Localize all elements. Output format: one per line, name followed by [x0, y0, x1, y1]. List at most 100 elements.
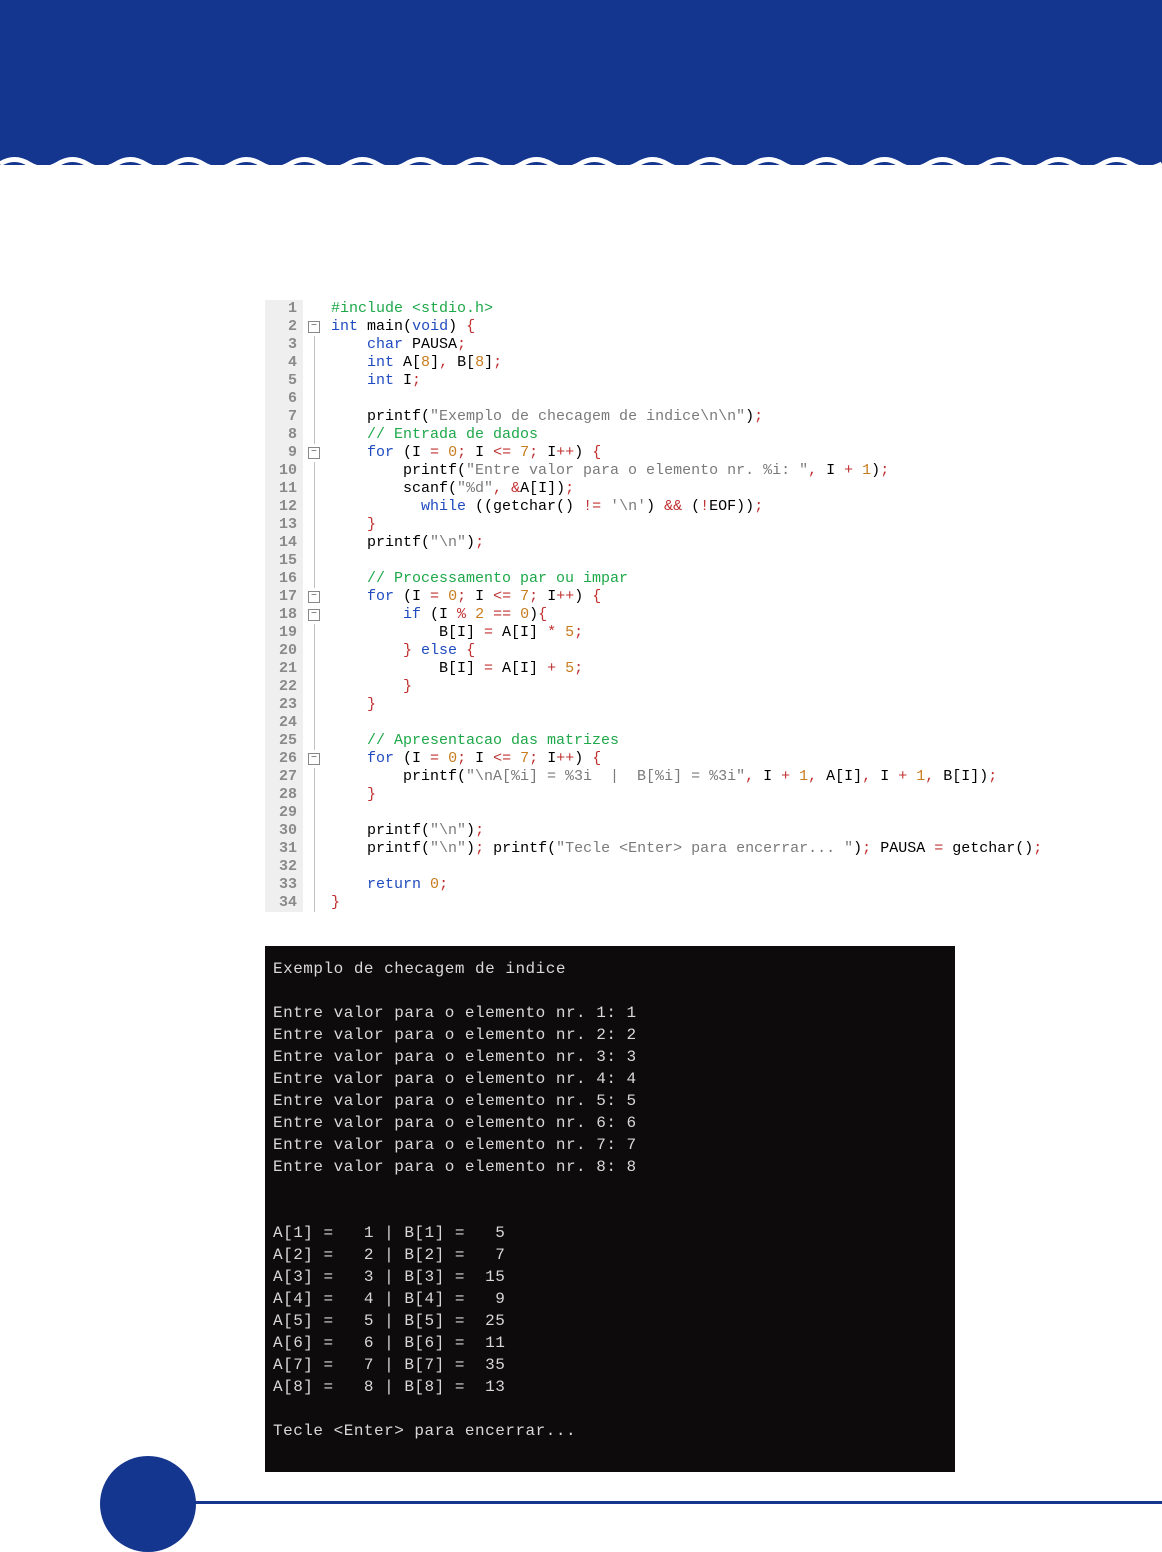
fold-pipe: [314, 534, 315, 552]
fold-gutter: [303, 714, 325, 732]
fold-gutter: [303, 660, 325, 678]
fold-pipe: [314, 876, 315, 894]
page-content: 1#include <stdio.h>2−int main(void) {3 c…: [265, 300, 955, 1472]
fold-gutter: −: [303, 588, 325, 606]
footer-circle: [100, 1456, 196, 1552]
code-line: 11 scanf("%d", &A[I]);: [265, 480, 955, 498]
code-text: [325, 390, 331, 408]
fold-gutter: [303, 678, 325, 696]
fold-pipe: [314, 570, 315, 588]
code-line: 19 B[I] = A[I] * 5;: [265, 624, 955, 642]
fold-gutter: [303, 480, 325, 498]
line-number: 5: [265, 372, 303, 390]
fold-gutter: [303, 570, 325, 588]
footer-line: [110, 1501, 1162, 1504]
code-line: 16 // Processamento par ou impar: [265, 570, 955, 588]
code-text: printf("Exemplo de checagem de indice\n\…: [325, 408, 763, 426]
fold-pipe: [314, 372, 315, 390]
fold-gutter: [303, 894, 325, 912]
line-number: 10: [265, 462, 303, 480]
line-number: 13: [265, 516, 303, 534]
code-text: printf("Entre valor para o elemento nr. …: [325, 462, 889, 480]
code-line: 6: [265, 390, 955, 408]
wave-divider: [0, 155, 1162, 173]
code-text: // Apresentacao das matrizes: [325, 732, 619, 750]
code-text: [325, 858, 331, 876]
fold-gutter: −: [303, 318, 325, 336]
fold-gutter: −: [303, 606, 325, 624]
terminal-output: Exemplo de checagem de indice Entre valo…: [265, 946, 955, 1472]
code-text: }: [325, 696, 376, 714]
code-text: if (I % 2 == 0){: [325, 606, 547, 624]
fold-gutter: −: [303, 750, 325, 768]
fold-gutter: [303, 516, 325, 534]
code-line: 21 B[I] = A[I] + 5;: [265, 660, 955, 678]
fold-pipe: [314, 804, 315, 822]
line-number: 20: [265, 642, 303, 660]
code-line: 15: [265, 552, 955, 570]
fold-gutter: [303, 408, 325, 426]
fold-pipe: [314, 642, 315, 660]
fold-pipe: [314, 660, 315, 678]
code-line: 27 printf("\nA[%i] = %3i | B[%i] = %3i",…: [265, 768, 955, 786]
fold-gutter: [303, 390, 325, 408]
code-text: scanf("%d", &A[I]);: [325, 480, 574, 498]
fold-gutter: [303, 732, 325, 750]
fold-pipe: [314, 840, 315, 858]
fold-pipe: [314, 480, 315, 498]
line-number: 24: [265, 714, 303, 732]
line-number: 32: [265, 858, 303, 876]
code-line: 25 // Apresentacao das matrizes: [265, 732, 955, 750]
line-number: 12: [265, 498, 303, 516]
fold-pipe: [314, 732, 315, 750]
code-text: return 0;: [325, 876, 448, 894]
line-number: 22: [265, 678, 303, 696]
fold-pipe: [314, 624, 315, 642]
code-text: for (I = 0; I <= 7; I++) {: [325, 588, 601, 606]
code-text: // Processamento par ou impar: [325, 570, 628, 588]
line-number: 26: [265, 750, 303, 768]
fold-gutter: −: [303, 444, 325, 462]
fold-gutter: [303, 534, 325, 552]
fold-gutter: [303, 372, 325, 390]
fold-box-icon[interactable]: −: [308, 591, 320, 603]
line-number: 9: [265, 444, 303, 462]
code-editor: 1#include <stdio.h>2−int main(void) {3 c…: [265, 300, 955, 918]
fold-pipe: [314, 696, 315, 714]
code-text: char PAUSA;: [325, 336, 466, 354]
fold-box-icon[interactable]: −: [308, 321, 320, 333]
line-number: 31: [265, 840, 303, 858]
code-line: 2−int main(void) {: [265, 318, 955, 336]
code-text: int main(void) {: [325, 318, 475, 336]
fold-pipe: [314, 498, 315, 516]
fold-gutter: [303, 462, 325, 480]
fold-gutter: [303, 822, 325, 840]
fold-gutter: [303, 768, 325, 786]
fold-gutter: [303, 804, 325, 822]
fold-pipe: [314, 516, 315, 534]
fold-box-icon[interactable]: −: [308, 609, 320, 621]
line-number: 34: [265, 894, 303, 912]
page-header: [0, 0, 1162, 165]
fold-pipe: [314, 786, 315, 804]
code-text: while ((getchar() != '\n') && (!EOF));: [325, 498, 763, 516]
line-number: 3: [265, 336, 303, 354]
fold-pipe: [314, 894, 315, 912]
fold-pipe: [314, 858, 315, 876]
fold-pipe: [314, 390, 315, 408]
fold-gutter: [303, 696, 325, 714]
code-text: printf("\n");: [325, 822, 484, 840]
fold-pipe: [314, 678, 315, 696]
line-number: 28: [265, 786, 303, 804]
code-line: 13 }: [265, 516, 955, 534]
code-text: [325, 714, 331, 732]
fold-box-icon[interactable]: −: [308, 447, 320, 459]
line-number: 4: [265, 354, 303, 372]
line-number: 17: [265, 588, 303, 606]
fold-gutter: [303, 858, 325, 876]
fold-box-icon[interactable]: −: [308, 753, 320, 765]
fold-pipe: [314, 354, 315, 372]
code-text: // Entrada de dados: [325, 426, 538, 444]
code-text: }: [325, 678, 412, 696]
line-number: 21: [265, 660, 303, 678]
